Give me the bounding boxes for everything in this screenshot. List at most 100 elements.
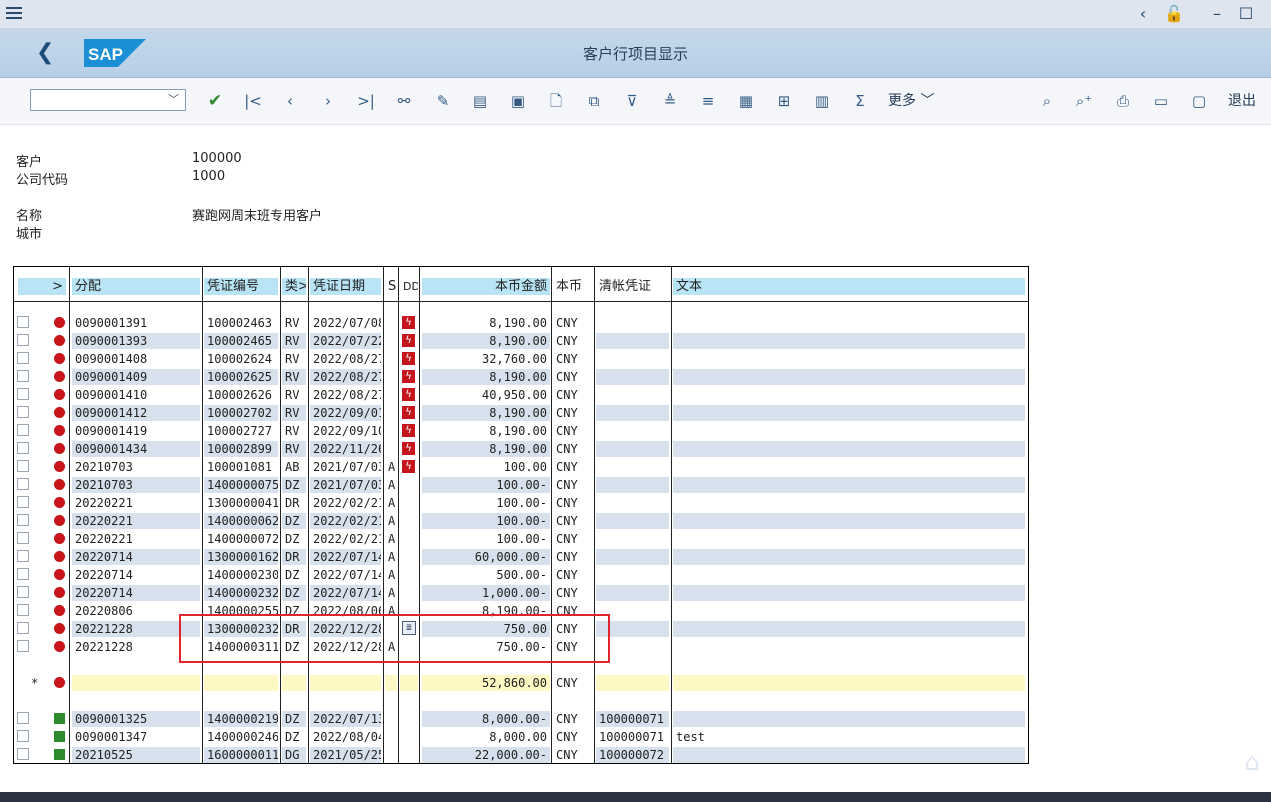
col-text[interactable]: 文本 <box>673 278 1025 295</box>
cell-amount: 8,190.00 <box>422 405 550 421</box>
toolbar: ﹀ ✔ |< ‹ › >| ⚯ ✎ ▤ ▣ 🗋 ⧉ ⊽ ≜ ≡ ▦ ⊞ ▥ Σ … <box>0 78 1271 125</box>
row-checkbox[interactable] <box>17 388 29 400</box>
table-row[interactable]: 20220714 1300000162 DR 2022/07/14 A 60,000.00… <box>14 548 1028 566</box>
sort-descending-icon[interactable]: ≡ <box>698 90 718 112</box>
col-assignment[interactable]: 分配 <box>72 278 200 295</box>
table-row[interactable]: 20220714 1400000230 DZ 2022/07/14 A 500.00- CN… <box>14 566 1028 584</box>
status-red-icon <box>54 515 65 526</box>
copy-document-icon[interactable]: ⧉ <box>584 90 604 112</box>
print-icon[interactable]: ⎙ <box>1113 90 1133 112</box>
layout-icon[interactable]: ▣ <box>508 90 528 112</box>
row-checkbox[interactable] <box>17 316 29 328</box>
table-row[interactable]: 0090001409 100002625 RV 2022/08/27 8,190.00 C… <box>14 368 1028 386</box>
sum-icon[interactable]: Σ <box>850 90 870 112</box>
row-checkbox[interactable] <box>17 514 29 526</box>
row-checkbox[interactable] <box>17 712 29 724</box>
row-checkbox[interactable] <box>17 496 29 508</box>
table-row[interactable]: 20220221 1300000041 DR 2022/02/21 A 100.00- CN… <box>14 494 1028 512</box>
row-checkbox[interactable] <box>17 640 29 652</box>
cell-curr: CNY <box>556 406 578 420</box>
row-checkbox[interactable] <box>17 532 29 544</box>
row-checkbox[interactable] <box>17 586 29 598</box>
window-icon[interactable]: ▭ <box>1151 90 1171 112</box>
binoculars-icon[interactable]: ⚯ <box>394 90 414 112</box>
table-row[interactable]: 0090001347 1400000246 DZ 2022/08/04 8,000.00… <box>14 728 1028 746</box>
row-checkbox[interactable] <box>17 604 29 616</box>
cell-s: A <box>388 550 396 564</box>
table-row[interactable]: 20210525 1600000011 DG 2021/05/25 22,000.00-… <box>14 746 1028 763</box>
grid-settings-icon[interactable]: ⊞ <box>774 90 794 112</box>
chevron-left-icon[interactable]: ‹ <box>1133 4 1153 24</box>
cell-clear <box>596 405 669 421</box>
row-checkbox[interactable] <box>17 748 29 760</box>
table-row[interactable]: 0090001325 1400000219 DZ 2022/07/13 8,000.00… <box>14 710 1028 728</box>
row-checkbox[interactable] <box>17 406 29 418</box>
col-document-type[interactable]: 类> <box>282 278 306 295</box>
cell-clear <box>596 585 669 601</box>
status-red-icon <box>54 425 65 436</box>
filter-icon[interactable]: ⊽ <box>622 90 642 112</box>
menu-icon[interactable] <box>6 5 22 21</box>
layout-select[interactable]: ﹀ <box>30 89 186 111</box>
cell-assign: 20220221 <box>75 496 133 510</box>
table-row[interactable]: 0090001391 100002463 RV 2022/07/08 8,190.00 C… <box>14 314 1028 332</box>
row-checkbox[interactable] <box>17 424 29 436</box>
col-document-number[interactable]: 凭证编号 <box>204 278 278 295</box>
row-checkbox[interactable] <box>17 568 29 580</box>
document-icon[interactable]: 🗋 <box>546 90 566 112</box>
row-checkbox[interactable] <box>17 442 29 454</box>
search-icon[interactable]: ⌕ <box>1037 90 1057 112</box>
cell-date: 2022/02/21 <box>310 513 381 529</box>
table-row[interactable]: 20220221 1400000072 DZ 2022/02/21 A 100.00- CN… <box>14 530 1028 548</box>
row-checkbox[interactable] <box>17 352 29 364</box>
minimize-icon[interactable]: – <box>1207 4 1227 24</box>
col-selector[interactable]: > <box>18 278 66 295</box>
new-window-icon[interactable]: ▢ <box>1189 90 1209 112</box>
sort-ascending-icon[interactable]: ≜ <box>660 90 680 112</box>
total-row[interactable]: * 52,860.00 CNY <box>14 674 1028 692</box>
cell-type: RV <box>282 333 306 349</box>
row-checkbox[interactable] <box>17 334 29 346</box>
table-row[interactable]: 20220714 1400000232 DZ 2022/07/14 A 1,000.00-… <box>14 584 1028 602</box>
columns-icon[interactable]: ▤ <box>470 90 490 112</box>
edit-pencil-icon[interactable]: ✎ <box>433 90 453 112</box>
col-currency[interactable]: 本币 <box>553 278 593 295</box>
table-row[interactable]: 0090001408 100002624 RV 2022/08/27 32,760.00… <box>14 350 1028 368</box>
table-row[interactable]: 0090001434 100002899 RV 2022/11/26 8,190.00 C… <box>14 440 1028 458</box>
check-icon[interactable]: ✔ <box>205 90 225 112</box>
line-items-grid: > 分配 凭证编号 类> 凭证日期 S DD 本币金额 本币 清帐凭证 文本 0… <box>13 266 1029 764</box>
row-checkbox[interactable] <box>17 478 29 490</box>
first-page-icon[interactable]: |< <box>243 90 263 112</box>
cell-clear <box>596 675 669 691</box>
table-row[interactable]: 0090001419 100002727 RV 2022/09/10 8,190.00 C… <box>14 422 1028 440</box>
table-row[interactable]: 20210703 1400000075 DZ 2021/07/03 A 100.00- CN… <box>14 476 1028 494</box>
row-checkbox[interactable] <box>17 460 29 472</box>
table-row[interactable]: 20220221 1400000062 DZ 2022/02/21 A 100.00- CN… <box>14 512 1028 530</box>
table-row[interactable]: 0090001412 100002702 RV 2022/09/01 8,190.00 C… <box>14 404 1028 422</box>
table-icon[interactable]: ▦ <box>736 90 756 112</box>
maximize-icon[interactable]: ☐ <box>1236 4 1256 24</box>
col-document-date[interactable]: 凭证日期 <box>310 278 381 295</box>
cell-assign: 20210703 <box>75 460 133 474</box>
col-clearing-document[interactable]: 清帐凭证 <box>596 278 669 295</box>
cell-type <box>282 675 306 691</box>
col-amount[interactable]: 本币金额 <box>422 278 550 295</box>
col-s[interactable]: S <box>385 278 397 295</box>
row-checkbox[interactable] <box>17 370 29 382</box>
table-row[interactable]: 0090001410 100002626 RV 2022/08/27 40,950.00… <box>14 386 1028 404</box>
exit-button[interactable]: 退出 <box>1228 90 1256 112</box>
cell-dd <box>400 675 418 691</box>
row-checkbox[interactable] <box>17 622 29 634</box>
col-dd[interactable]: DD <box>400 278 418 295</box>
table-row[interactable]: 0090001393 100002465 RV 2022/07/22 8,190.00 C… <box>14 332 1028 350</box>
spreadsheet-icon[interactable]: ▥ <box>812 90 832 112</box>
table-row[interactable]: 20210703 100001081 AB 2021/07/03 A 100.00 CNY ϟ <box>14 458 1028 476</box>
previous-page-icon[interactable]: ‹ <box>280 90 300 112</box>
row-checkbox[interactable] <box>17 550 29 562</box>
row-checkbox[interactable] <box>17 730 29 742</box>
search-plus-icon[interactable]: ⌕⁺ <box>1074 90 1094 112</box>
unlock-icon[interactable]: 🔓 <box>1164 4 1184 24</box>
next-page-icon[interactable]: › <box>318 90 338 112</box>
last-page-icon[interactable]: >| <box>356 90 376 112</box>
more-menu-button[interactable]: 更多 ﹀ <box>888 90 934 112</box>
